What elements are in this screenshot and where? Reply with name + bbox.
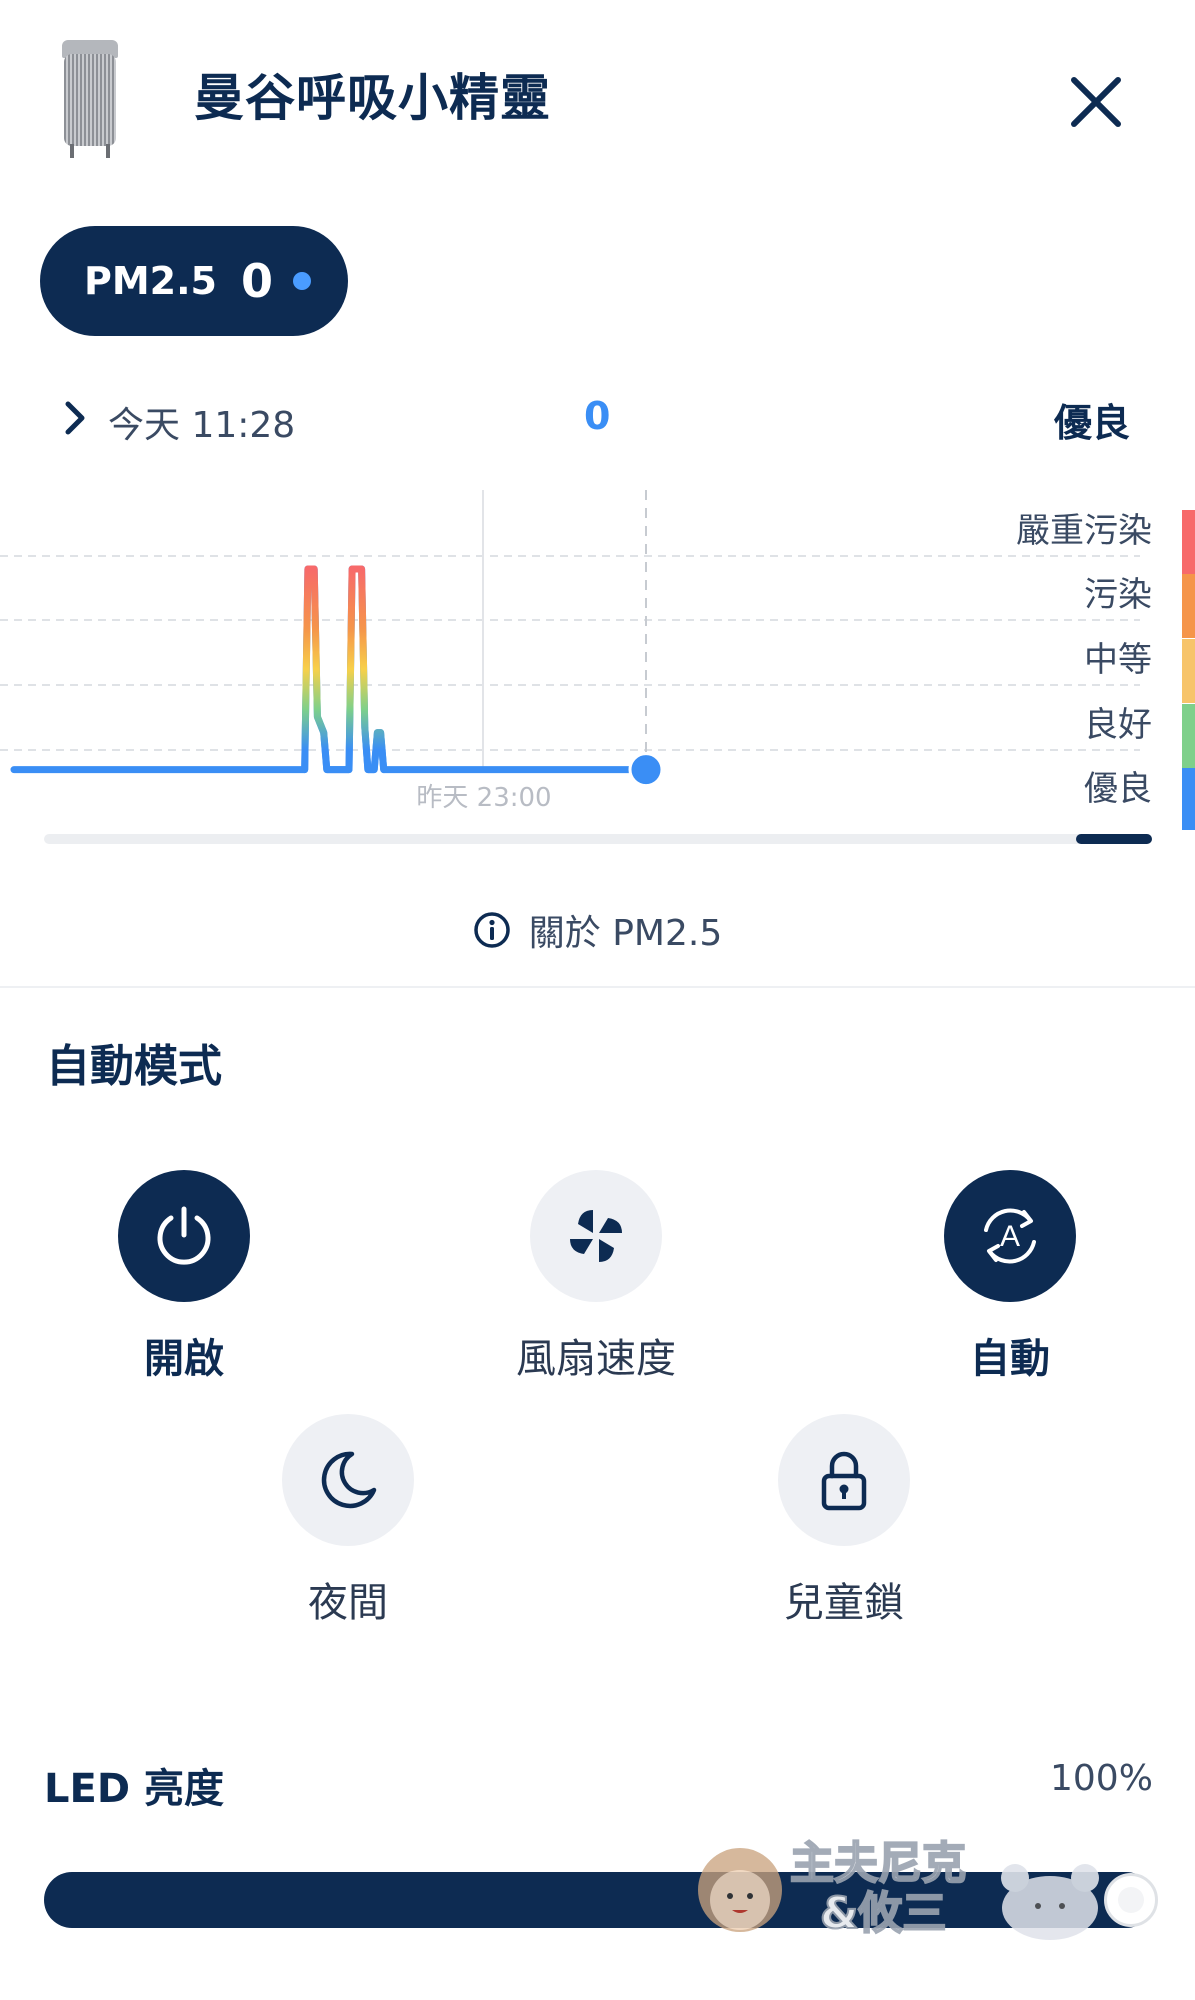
about-pm25-link[interactable]: 關於 PM2.5 (0, 904, 1195, 956)
current-point[interactable] (628, 752, 664, 788)
close-icon (1071, 77, 1121, 127)
series-spike-segment (301, 565, 388, 774)
timeline-scrubber[interactable] (44, 834, 1152, 844)
reading-value: 0 (584, 394, 611, 438)
info-icon (474, 912, 510, 948)
pm25-value: 0 (240, 254, 273, 308)
power-label: 開啟 (144, 1336, 224, 1382)
level-color-bar (1182, 639, 1195, 703)
night-circle (282, 1414, 414, 1546)
night-label: 夜間 (308, 1580, 388, 1626)
fan-circle (530, 1170, 662, 1302)
air-quality-status: 優良 (1054, 401, 1131, 445)
pm25-pill[interactable]: PM2.5 0 (40, 226, 348, 336)
series-line (10, 565, 650, 774)
level-color-bar (1182, 704, 1195, 768)
led-brightness-title: LED 亮度 (44, 1766, 224, 1812)
close-button[interactable] (1060, 66, 1132, 138)
timeline-scrubber-thumb[interactable] (1076, 834, 1152, 844)
level-label: 嚴重污染 (1016, 511, 1152, 551)
auto-mode-icon: A (984, 1208, 1036, 1264)
svg-text:A: A (1000, 1220, 1020, 1253)
x-tick-label: 昨天 23:00 (416, 783, 551, 813)
power-button[interactable]: 開啟 (54, 1170, 314, 1384)
fan-speed-label: 風扇速度 (516, 1336, 676, 1382)
led-brightness-slider-thumb[interactable] (1104, 1873, 1158, 1927)
page-title: 曼谷呼吸小精靈 (194, 69, 551, 127)
night-mode-button[interactable]: 夜間 (218, 1414, 478, 1628)
child-lock-label: 兒童鎖 (784, 1580, 904, 1626)
pm25-chart[interactable]: 嚴重污染污染中等良好優良 昨天 23:00 (0, 470, 1195, 830)
section-divider (0, 986, 1195, 988)
level-color-bar (1182, 574, 1195, 638)
auto-label: 自動 (970, 1336, 1050, 1382)
power-circle (118, 1170, 250, 1302)
lock-circle (778, 1414, 910, 1546)
led-brightness-slider[interactable] (44, 1872, 1154, 1928)
level-label: 優良 (1084, 769, 1152, 809)
fan-speed-button[interactable]: 風扇速度 (466, 1170, 726, 1384)
power-icon (157, 1206, 211, 1265)
auto-mode-button[interactable]: A 自動 (880, 1170, 1140, 1384)
level-color-bar (1182, 510, 1195, 574)
chevron-right-icon[interactable] (60, 398, 90, 438)
child-lock-button[interactable]: 兒童鎖 (714, 1414, 974, 1628)
level-label: 良好 (1084, 705, 1152, 745)
about-pm25-label: 關於 PM2.5 (528, 913, 723, 954)
level-label: 污染 (1084, 575, 1152, 615)
status-dot (293, 272, 311, 290)
reading-time: 今天 11:28 (108, 405, 296, 446)
auto-circle: A (944, 1170, 1076, 1302)
device-image (52, 30, 128, 162)
fan-icon (570, 1210, 622, 1262)
lock-icon (821, 1451, 867, 1511)
moon-icon (321, 1451, 377, 1509)
level-color-bar (1182, 768, 1195, 830)
level-label: 中等 (1084, 640, 1152, 680)
led-brightness-value: 100% (1050, 1758, 1153, 1799)
pm25-label: PM2.5 (84, 259, 217, 303)
mode-title: 自動模式 (46, 1041, 222, 1092)
